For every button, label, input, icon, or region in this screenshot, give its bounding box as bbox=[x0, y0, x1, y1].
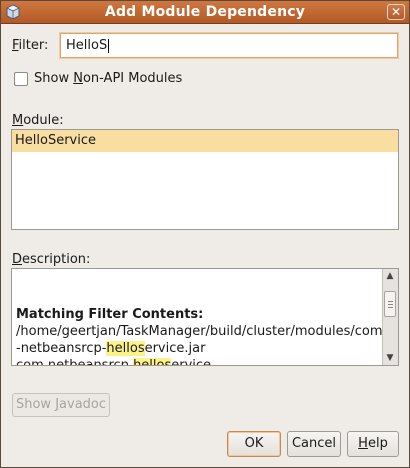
show-javadoc-button[interactable]: Show Javadoc bbox=[12, 393, 110, 417]
vertical-scrollbar[interactable]: ▲ ▼ bbox=[382, 269, 398, 365]
help-button[interactable]: Help bbox=[347, 431, 399, 457]
text-caret bbox=[108, 38, 110, 53]
description-line: /home/geertjan/TaskManager/build/cluster… bbox=[16, 324, 383, 339]
module-label: Module: bbox=[12, 113, 64, 128]
filter-label: Filter: bbox=[12, 38, 49, 53]
dialog-title: Add Module Dependency bbox=[104, 4, 306, 20]
show-non-api-label[interactable]: Show Non-API Modules bbox=[34, 71, 182, 86]
scroll-up-icon[interactable]: ▲ bbox=[384, 270, 396, 282]
show-non-api-checkbox[interactable] bbox=[14, 72, 28, 86]
description-pane[interactable]: Matching Filter Contents: /home/geertjan… bbox=[11, 268, 399, 366]
title-bar[interactable]: Add Module Dependency ✕ bbox=[1, 1, 409, 24]
add-module-dependency-dialog: Add Module Dependency ✕ Filter: HelloS S… bbox=[0, 0, 410, 468]
description-heading: Matching Filter Contents: bbox=[16, 307, 204, 322]
close-button[interactable]: ✕ bbox=[387, 4, 405, 20]
close-icon: ✕ bbox=[390, 5, 402, 19]
filter-value: HelloS bbox=[66, 38, 108, 53]
description-line: -netbeansrcp-helloservice.jar bbox=[16, 341, 206, 356]
description-label: Description: bbox=[12, 252, 91, 267]
scrollbar-thumb[interactable] bbox=[384, 291, 396, 317]
module-list[interactable]: HelloService bbox=[11, 129, 399, 230]
list-item[interactable]: HelloService bbox=[12, 130, 398, 152]
scroll-down-icon[interactable]: ▼ bbox=[384, 352, 396, 364]
cancel-button[interactable]: Cancel bbox=[287, 431, 341, 457]
ok-button[interactable]: OK bbox=[227, 431, 281, 457]
description-line: com.netbeansrcp.helloservice bbox=[16, 357, 382, 365]
description-content: Matching Filter Contents: /home/geertjan… bbox=[16, 269, 383, 365]
filter-input[interactable]: HelloS bbox=[59, 32, 399, 59]
